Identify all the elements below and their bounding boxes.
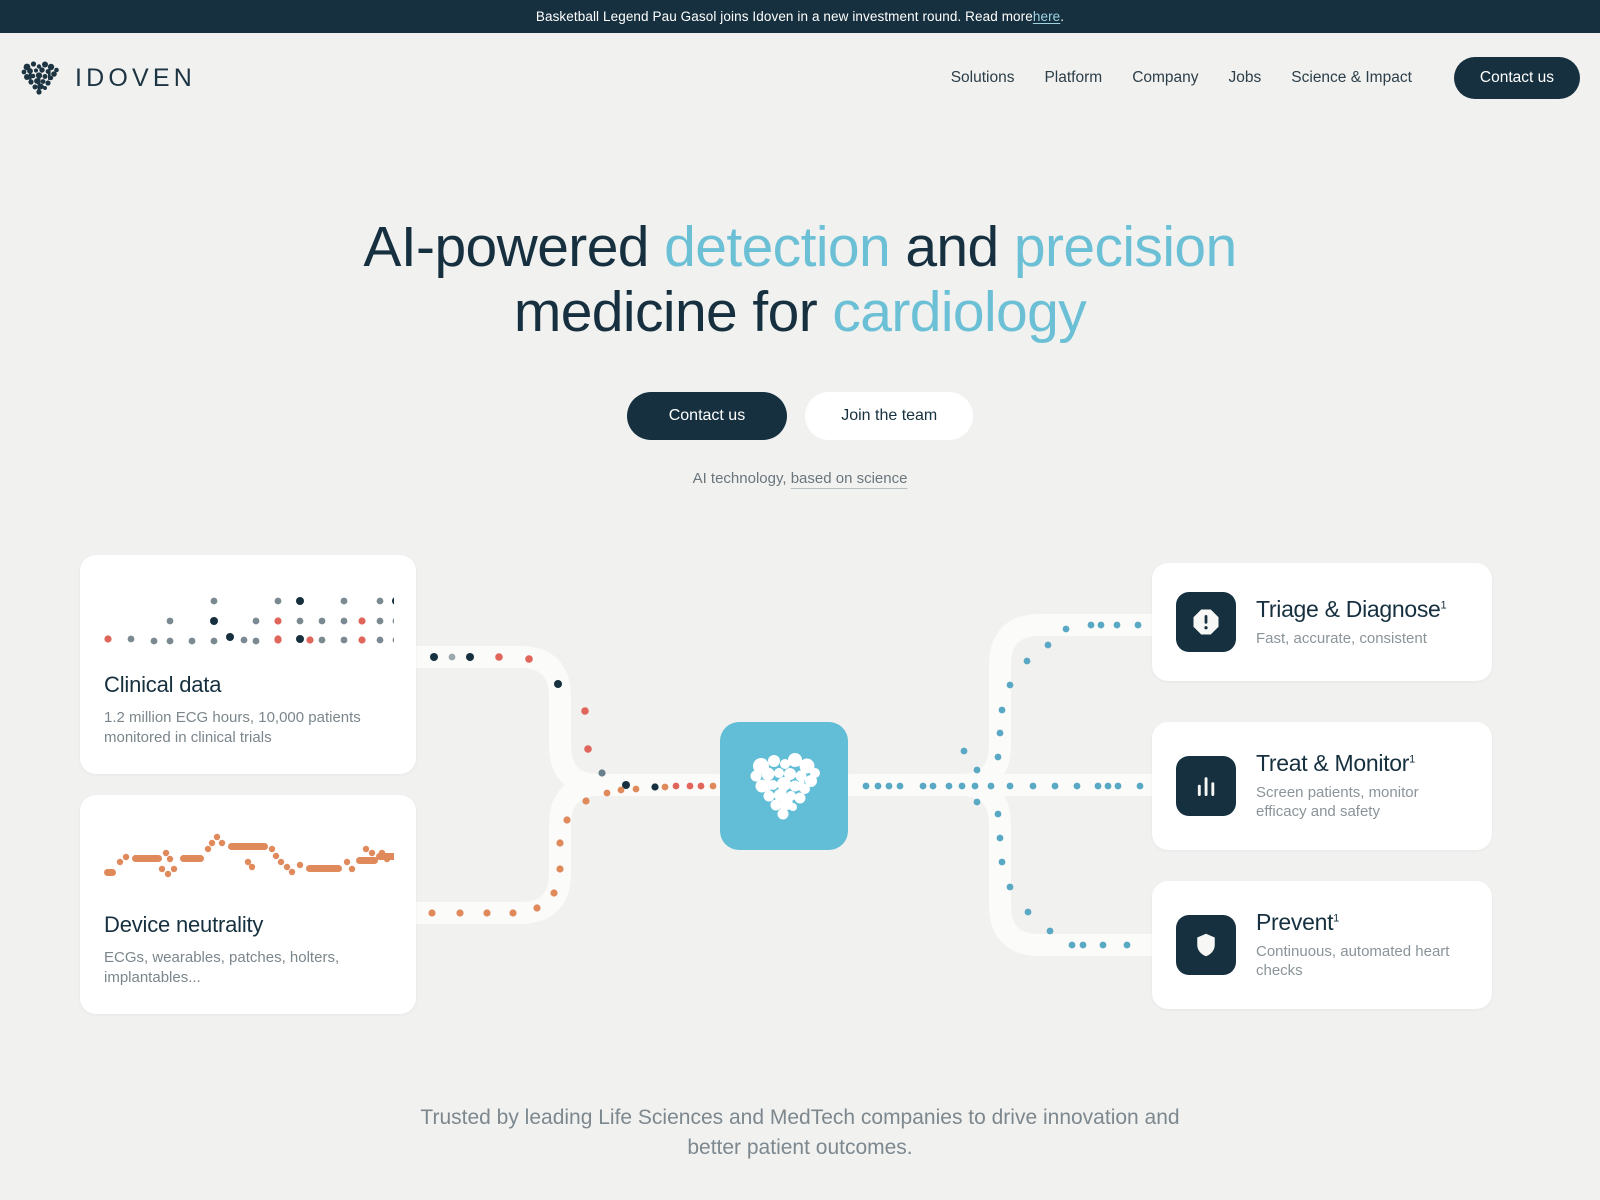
card-prevent-text: Prevent1 Continuous, automated heart che… xyxy=(1256,909,1468,982)
card-prevent-superscript: 1 xyxy=(1333,911,1339,924)
card-clinical-data-description: 1.2 million ECG hours, 10,000 patients m… xyxy=(104,708,361,747)
card-prevent[interactable]: Prevent1 Continuous, automated heart che… xyxy=(1152,880,1492,1009)
heart-dots-logo-icon xyxy=(21,61,59,95)
hero-actions: Contact us Join the team xyxy=(0,391,1600,440)
headline-part-3: medicine for xyxy=(513,279,833,344)
main-navigation: Solutions Platform Company Jobs Science … xyxy=(951,57,1580,99)
nav-item-science-impact[interactable]: Science & Impact xyxy=(1291,69,1412,87)
hero-contact-us-button[interactable]: Contact us xyxy=(626,391,788,440)
card-treat-monitor-text: Treat & Monitor1 Screen patients, monito… xyxy=(1256,750,1468,823)
card-triage-diagnose-title-text: Triage & Diagnose xyxy=(1256,595,1441,622)
card-clinical-data[interactable]: Clinical data 1.2 million ECG hours, 10,… xyxy=(80,554,416,775)
card-treat-monitor-title-text: Treat & Monitor xyxy=(1256,749,1410,776)
bar-chart-icon xyxy=(1197,777,1215,796)
alert-octagon-icon xyxy=(1193,609,1219,635)
hero-subnote: AI technology, based on science xyxy=(0,470,1600,487)
announcement-text: Basketball Legend Pau Gasol joins Idoven… xyxy=(535,9,1033,24)
shield-icon xyxy=(1197,933,1215,957)
alert-octagon-icon-tile xyxy=(1176,591,1236,652)
header-contact-us-button[interactable]: Contact us xyxy=(1453,57,1580,99)
card-triage-diagnose-description: Fast, accurate, consistent xyxy=(1256,629,1427,647)
brand-logo[interactable]: IDOVEN xyxy=(18,58,196,98)
card-device-neutrality-title: Device neutrality xyxy=(104,911,264,937)
card-device-neutrality-description: ECGs, wearables, patches, holters, impla… xyxy=(104,948,340,987)
trusted-by-line-1: Trusted by leading Life Sciences and Med… xyxy=(420,1105,1180,1129)
card-triage-diagnose-superscript: 1 xyxy=(1440,598,1447,611)
page-title: AI-powered detection and precision medic… xyxy=(0,215,1600,345)
card-treat-monitor[interactable]: Treat & Monitor1 Screen patients, monito… xyxy=(1152,721,1492,850)
diagram-hub xyxy=(720,721,848,850)
card-clinical-data-title: Clinical data xyxy=(104,671,222,697)
ecg-dashed-waveform-icon xyxy=(104,833,418,878)
card-device-neutrality[interactable]: Device neutrality ECGs, wearables, patch… xyxy=(80,794,418,1015)
card-treat-monitor-superscript: 1 xyxy=(1409,752,1415,765)
announcement-text-suffix: . xyxy=(1060,9,1065,24)
headline-highlight-cardiology: cardiology xyxy=(832,279,1087,344)
hero-subnote-link[interactable]: based on science xyxy=(791,470,908,487)
scatter-dot-grid-icon xyxy=(104,596,414,645)
site-header: IDOVEN Solutions Platform Company Jobs S… xyxy=(0,33,1600,123)
announcement-link[interactable]: here xyxy=(1033,9,1060,24)
card-treat-monitor-description: Screen patients, monitor efficacy and sa… xyxy=(1256,783,1419,821)
card-triage-diagnose[interactable]: Triage & Diagnose1 Fast, accurate, consi… xyxy=(1152,562,1492,681)
nav-item-platform[interactable]: Platform xyxy=(1044,69,1102,87)
card-triage-diagnose-text: Triage & Diagnose1 Fast, accurate, consi… xyxy=(1256,595,1447,649)
idoven-heart-icon xyxy=(750,752,820,820)
brand-wordmark: IDOVEN xyxy=(75,63,197,92)
card-triage-diagnose-title: Triage & Diagnose1 xyxy=(1256,595,1447,623)
pipe-clinical-to-hub xyxy=(416,657,716,785)
nav-item-solutions[interactable]: Solutions xyxy=(951,69,1015,87)
pipe-hub-to-triage xyxy=(852,625,1152,785)
trusted-by-line-2: better patient outcomes. xyxy=(687,1135,913,1159)
card-treat-monitor-title: Treat & Monitor1 xyxy=(1256,750,1468,777)
card-prevent-title-text: Prevent xyxy=(1256,908,1334,935)
hero-join-the-team-button[interactable]: Join the team xyxy=(805,391,974,440)
headline-part-1: AI-powered xyxy=(363,215,665,279)
card-prevent-title: Prevent1 xyxy=(1256,909,1468,936)
pipe-device-to-hub xyxy=(416,785,716,913)
card-prevent-description: Continuous, automated heart checks xyxy=(1256,942,1450,980)
shield-icon-tile xyxy=(1176,914,1236,975)
announcement-bar: Basketball Legend Pau Gasol joins Idoven… xyxy=(0,0,1600,33)
hero-subnote-prefix: AI technology, xyxy=(692,469,791,487)
hero-section: AI-powered detection and precision medic… xyxy=(0,123,1600,487)
flow-diagram: Clinical data 1.2 million ECG hours, 10,… xyxy=(0,554,1600,1025)
nav-item-jobs[interactable]: Jobs xyxy=(1229,69,1262,87)
bar-chart-icon-tile xyxy=(1176,755,1236,816)
nav-item-company[interactable]: Company xyxy=(1132,69,1198,87)
headline-highlight-detection: detection xyxy=(664,215,891,279)
trusted-by-section: Trusted by leading Life Sciences and Med… xyxy=(0,1103,1600,1163)
headline-part-2: and xyxy=(890,215,1014,279)
headline-highlight-precision: precision xyxy=(1013,215,1237,279)
